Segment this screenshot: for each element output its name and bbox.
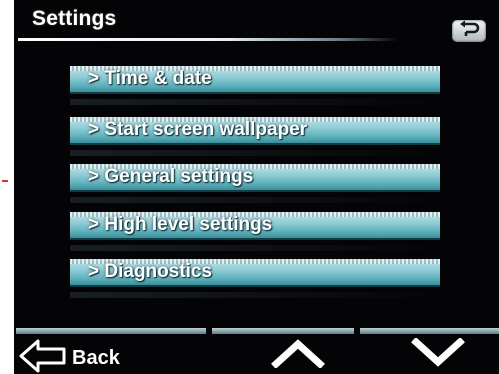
back-arrow-icon [18,337,68,374]
menu-item-label: > Time & date [88,68,212,89]
back-button[interactable]: Back [16,333,186,374]
menu-item-time-date[interactable]: > Time & date [70,66,440,105]
menu-item-label: > High level settings [88,214,273,235]
menu-item-high-level-settings[interactable]: > High level settings [70,212,440,251]
menu-item-general-settings[interactable]: > General settings [70,164,440,203]
toolbar-segment [360,328,499,334]
chevron-down-icon [410,336,466,373]
device-screen: Settings > Time & date > Start screen wa… [14,0,499,374]
menu-item-diagnostics[interactable]: > Diagnostics [70,259,440,298]
back-label: Back [72,347,120,369]
side-marker [2,180,8,182]
page-title: Settings [32,7,117,30]
menu-item-label: > General settings [88,166,254,187]
return-button[interactable] [452,20,486,42]
menu-item-label: > Start screen wallpaper [88,119,308,140]
return-arrow-icon [457,20,481,43]
scroll-down-button[interactable] [398,336,478,374]
toolbar-segment [212,328,354,334]
menu-item-start-screen-wallpaper[interactable]: > Start screen wallpaper [70,117,440,156]
chevron-up-icon [270,338,326,373]
menu-item-label: > Diagnostics [88,261,213,282]
scroll-up-button[interactable] [262,336,334,374]
title-underline [18,38,398,41]
